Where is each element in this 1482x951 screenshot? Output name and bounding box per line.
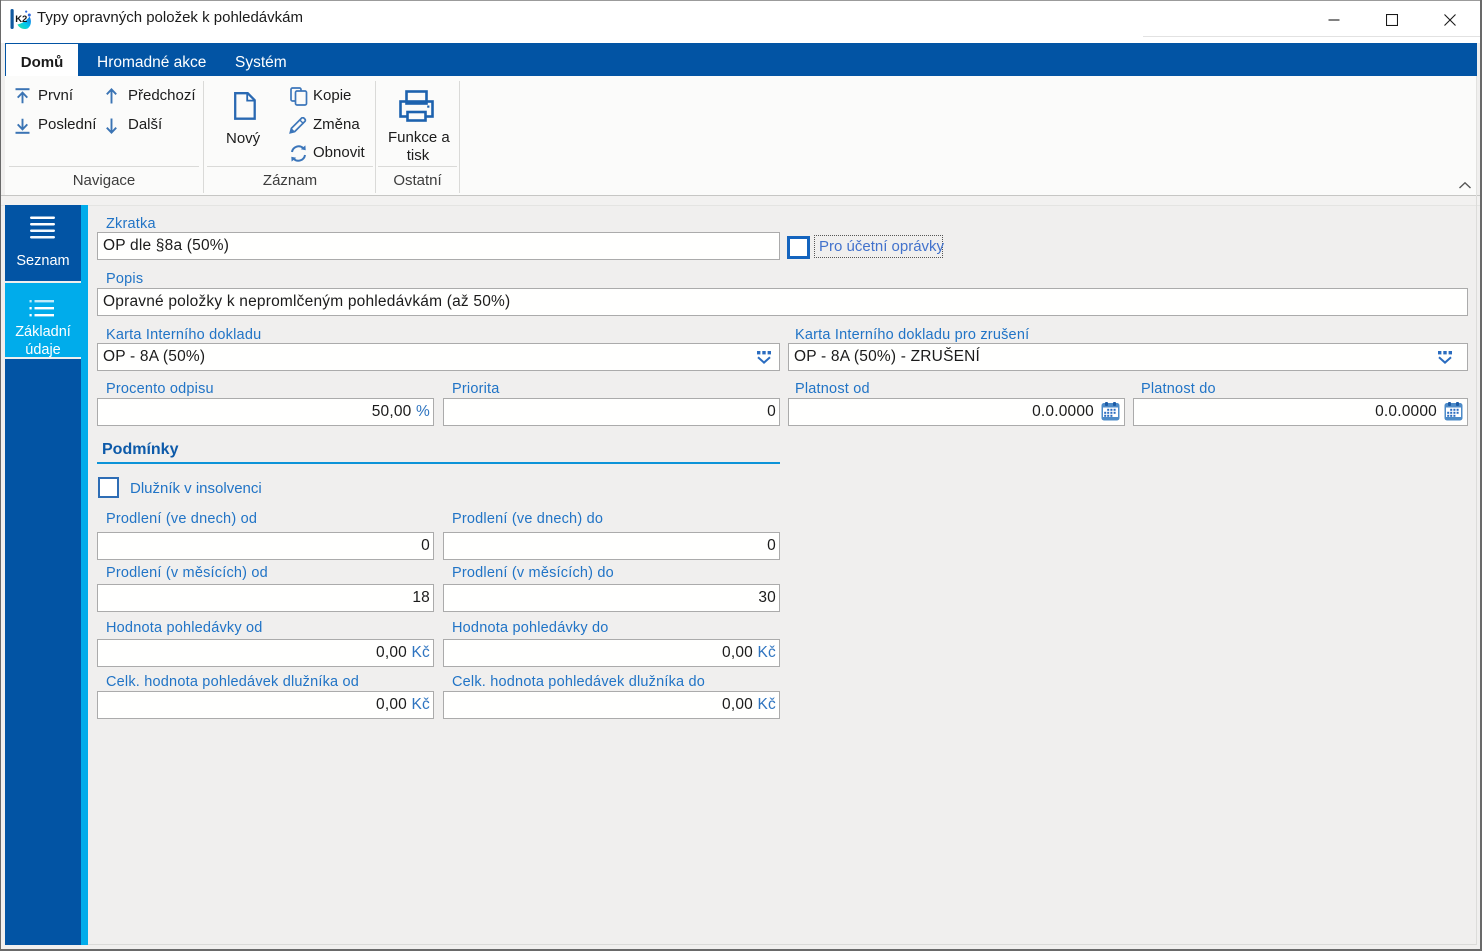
svg-text:K2: K2 bbox=[15, 14, 27, 25]
